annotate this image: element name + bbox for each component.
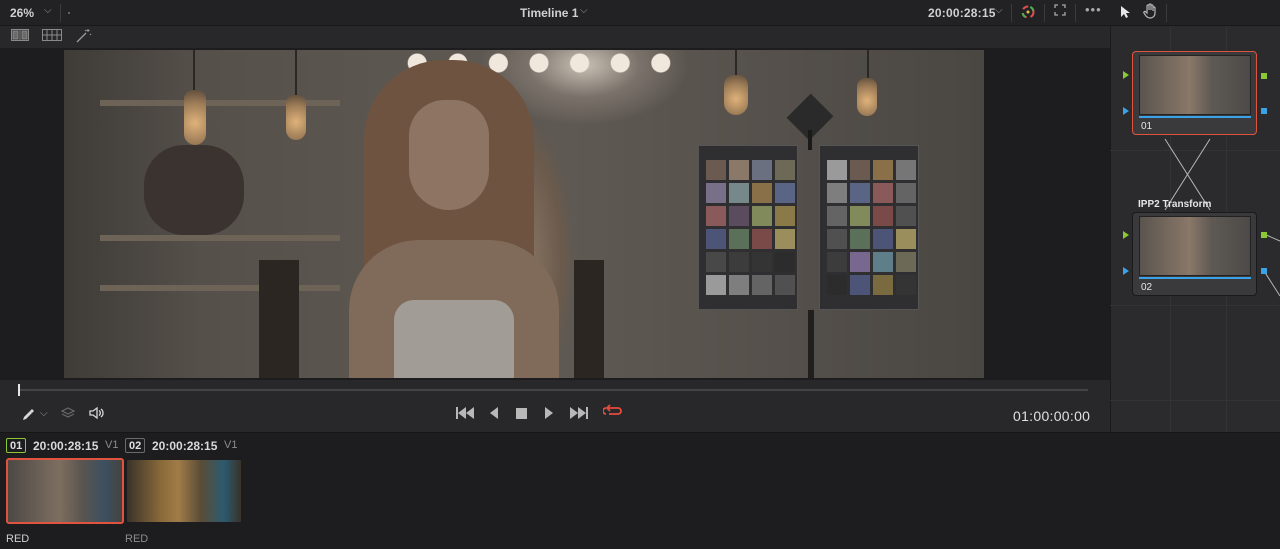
clip-codec: RED <box>125 533 149 545</box>
source-timecode: 20:00:28:15 <box>928 6 996 20</box>
stand-pole <box>808 130 812 150</box>
step-back-icon[interactable] <box>489 406 499 422</box>
node-input-pin[interactable] <box>1123 267 1129 275</box>
video-frame <box>64 50 984 378</box>
bulb-wire <box>867 50 869 80</box>
loop-icon[interactable] <box>602 404 623 423</box>
hand-icon[interactable] <box>1142 3 1158 22</box>
color-wheel-icon[interactable] <box>1020 4 1036 23</box>
divider <box>1166 4 1167 22</box>
clip-strip: 01 20:00:28:15 V1 RED 02 20:00:28:15 V1 … <box>0 432 1280 549</box>
chair-right <box>574 260 604 378</box>
play-icon[interactable] <box>544 406 554 422</box>
node-title: IPP2 Transform <box>1138 199 1212 210</box>
chevron-down-icon[interactable]: ⌵ <box>44 5 52 16</box>
timeline-scrubber[interactable] <box>18 389 1088 391</box>
clip-track: V1 <box>105 439 119 451</box>
light-bulb <box>184 90 206 145</box>
eyedropper-icon[interactable] <box>21 406 37 425</box>
subject-face <box>409 100 489 210</box>
record-timecode: 01:00:00:00 <box>1013 408 1091 424</box>
light-bulb <box>724 75 748 115</box>
layers-icon[interactable] <box>60 406 76 423</box>
node-output-pin[interactable] <box>1261 232 1267 238</box>
divider <box>1075 4 1076 22</box>
clip-01[interactable]: 01 20:00:28:15 V1 RED <box>6 438 124 545</box>
node-02[interactable]: 02 <box>1132 212 1257 296</box>
node-output-pin[interactable] <box>1261 73 1267 79</box>
shelf <box>100 285 340 291</box>
clip-timecode: 20:00:28:15 <box>152 439 218 453</box>
bulb-wire <box>295 50 297 95</box>
magic-wand-icon[interactable] <box>76 29 92 46</box>
shelf <box>100 235 340 241</box>
node-output-pin[interactable] <box>1261 268 1267 274</box>
more-options-icon[interactable]: ••• <box>1085 2 1102 17</box>
skip-to-end-icon[interactable] <box>570 406 588 422</box>
chevron-down-icon[interactable]: ⌵ <box>40 408 48 419</box>
zoom-level[interactable]: 26% <box>10 6 34 20</box>
playhead[interactable] <box>18 384 20 396</box>
node-01[interactable]: 01 <box>1132 51 1257 135</box>
video-viewer[interactable] <box>0 48 1110 380</box>
clip-02[interactable]: 02 20:00:28:15 V1 RED <box>125 438 243 545</box>
node-status-bar <box>1139 116 1251 118</box>
chair-left <box>259 260 299 378</box>
dot-indicator <box>68 12 70 14</box>
stop-icon[interactable] <box>516 406 527 422</box>
skip-to-start-icon[interactable] <box>456 406 474 422</box>
background-object <box>144 145 244 235</box>
clip-number: 01 <box>6 438 27 453</box>
node-status-bar <box>1139 277 1251 279</box>
clip-timecode: 20:00:28:15 <box>33 439 99 453</box>
clip-number: 02 <box>125 438 146 453</box>
node-thumbnail <box>1139 55 1251 115</box>
chevron-down-icon[interactable]: ⌵ <box>580 5 588 16</box>
color-checker-right <box>819 145 919 310</box>
divider <box>60 4 61 22</box>
clip-track: V1 <box>224 439 238 451</box>
stand-pole <box>808 310 814 378</box>
node-number: 02 <box>1141 282 1153 293</box>
node-number: 01 <box>1141 121 1153 132</box>
clip-thumbnail[interactable] <box>125 458 243 524</box>
viewer-sub-toolbar <box>0 26 1110 48</box>
color-checker-left <box>698 145 798 310</box>
clip-codec: RED <box>6 533 30 545</box>
light-bulb <box>286 95 306 140</box>
bulb-wire <box>193 50 195 90</box>
node-input-pin[interactable] <box>1123 107 1129 115</box>
grid-view-icon[interactable] <box>42 29 62 44</box>
node-input-pin[interactable] <box>1123 71 1129 79</box>
node-toolbar <box>1110 0 1280 26</box>
viewer-top-bar: 26% ⌵ Timeline 1 ⌵ 20:00:28:15 ⌵ ••• <box>0 0 1110 26</box>
divider <box>1044 4 1045 22</box>
node-input-pin[interactable] <box>1123 231 1129 239</box>
node-output-pin[interactable] <box>1261 108 1267 114</box>
expand-icon[interactable] <box>1054 4 1066 19</box>
pointer-icon[interactable] <box>1120 5 1132 22</box>
node-thumbnail <box>1139 216 1251 276</box>
split-view-icon[interactable] <box>11 29 29 44</box>
speaker-icon[interactable] <box>88 406 104 423</box>
subject-top <box>394 300 514 378</box>
clip-thumbnail[interactable] <box>6 458 124 524</box>
timeline-title[interactable]: Timeline 1 <box>520 6 578 20</box>
light-bulb <box>857 78 877 116</box>
chevron-down-icon[interactable]: ⌵ <box>995 5 1003 16</box>
divider <box>1011 4 1012 22</box>
